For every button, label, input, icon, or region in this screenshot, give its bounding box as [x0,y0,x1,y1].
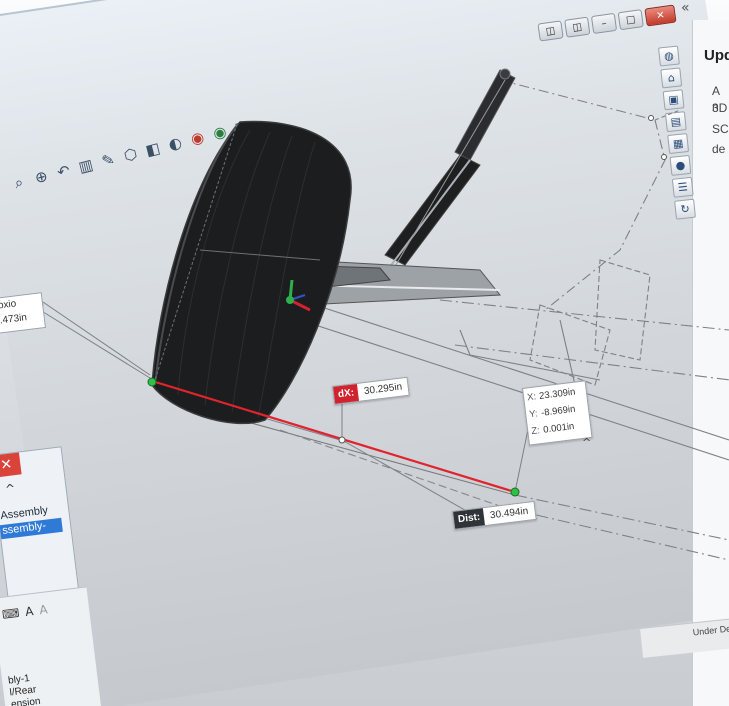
measure-start-point[interactable] [147,377,157,387]
status-text: Under Def [692,623,729,638]
callout-partial-line: oxio [0,298,17,312]
xyz-collapse-icon[interactable]: ^ [582,436,591,449]
keyboard-icon[interactable]: ⌨ [1,606,20,622]
x-value: 23.309in [538,386,577,402]
shock-absorber [379,68,516,281]
sketch-point[interactable] [648,115,654,121]
font-size-controls: ⌨ A A [1,602,48,621]
font-decrease-icon[interactable]: A [39,602,49,617]
z-label: Z: [530,425,541,438]
feature-tree-area: ⌨ A A bly-1 l/Rear ension [0,586,102,706]
wheel-tire [151,120,352,425]
screenshot-stage: « ◫ ◫ – □ ✕ Upd A n 3D SC de ◍ ⌂ ▣ ▤ ▦ ●… [0,0,729,706]
sketch-point[interactable] [661,154,667,160]
z-value: 0.001in [542,420,575,436]
3d-viewport[interactable] [0,0,729,706]
dist-label: Dist: [453,508,486,529]
measure-end-point[interactable] [510,487,520,497]
dx-label: dX: [333,383,360,404]
close-panel-button[interactable]: ✕ [0,452,22,478]
callout-partial-value: .473in [0,312,28,327]
y-label: Y: [528,408,539,421]
x-label: X: [526,391,537,404]
leader-handle[interactable] [338,436,346,444]
collapse-chevron-icon[interactable]: ^ [4,481,16,496]
y-value: -8.969in [540,403,576,419]
font-increase-icon[interactable]: A [24,604,34,619]
measure-callout-partial[interactable]: oxio .473in [0,292,47,334]
